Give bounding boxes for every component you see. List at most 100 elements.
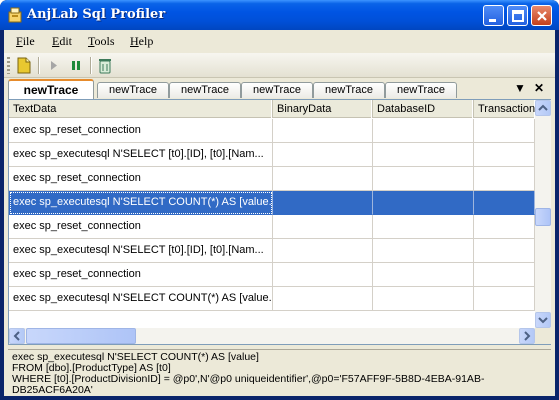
table-cell[interactable]: [273, 287, 373, 311]
table-cell[interactable]: [373, 287, 474, 311]
maximize-icon: [512, 10, 524, 22]
table-row[interactable]: exec sp_executesql N'SELECT COUNT(*) AS …: [9, 287, 535, 311]
menu-help[interactable]: Help: [130, 34, 153, 49]
client-area: File Edit Tools Help newTrace newTrace n…: [4, 30, 555, 396]
table-cell[interactable]: [474, 191, 535, 215]
table-row[interactable]: exec sp_reset_connection: [9, 215, 535, 239]
chevron-up-icon: [538, 104, 548, 111]
toolbar-grip[interactable]: [7, 57, 10, 74]
column-header-textdata[interactable]: TextData: [9, 100, 273, 118]
cell-textdata[interactable]: exec sp_reset_connection: [9, 215, 273, 239]
cell-textdata[interactable]: exec sp_executesql N'SELECT [t0].[ID], […: [9, 143, 273, 167]
table-cell[interactable]: [273, 191, 373, 215]
clear-trace-button[interactable]: [95, 56, 115, 75]
minimize-icon: [489, 19, 496, 22]
menu-file-accel: F: [16, 34, 23, 48]
table-cell[interactable]: [373, 263, 474, 287]
tab-newtrace-1[interactable]: newTrace: [8, 79, 94, 99]
grid-body: exec sp_reset_connection exec sp_executes…: [9, 119, 535, 326]
minimize-button[interactable]: [483, 5, 504, 26]
column-header-databaseid[interactable]: DatabaseID: [373, 100, 474, 118]
menu-tools-label: ools: [94, 34, 115, 48]
toolbar: [4, 53, 555, 78]
horizontal-scroll-thumb[interactable]: [26, 328, 136, 344]
start-icon: [51, 61, 57, 70]
menu-edit[interactable]: Edit: [52, 34, 72, 49]
table-cell[interactable]: [373, 239, 474, 263]
scroll-up-button[interactable]: [535, 100, 551, 116]
table-cell[interactable]: [474, 119, 535, 143]
table-cell[interactable]: [373, 119, 474, 143]
tab-newtrace-2[interactable]: newTrace: [97, 82, 169, 98]
menu-edit-label: dit: [59, 34, 73, 48]
tab-newtrace-5[interactable]: newTrace: [313, 82, 385, 98]
table-row[interactable]: exec sp_reset_connection: [9, 263, 535, 287]
table-cell[interactable]: [474, 143, 535, 167]
chevron-left-icon: [13, 331, 20, 341]
menu-tools[interactable]: Tools: [88, 34, 115, 49]
close-button[interactable]: [531, 5, 552, 26]
scroll-down-button[interactable]: [535, 312, 551, 328]
cell-textdata[interactable]: exec sp_reset_connection: [9, 167, 273, 191]
table-cell[interactable]: [373, 215, 474, 239]
table-cell[interactable]: [273, 239, 373, 263]
table-cell[interactable]: [273, 167, 373, 191]
column-header-transactionid[interactable]: TransactionID: [474, 100, 535, 118]
tab-newtrace-3[interactable]: newTrace: [169, 82, 241, 98]
chevron-down-icon: [538, 317, 548, 324]
vertical-scroll-thumb[interactable]: [535, 208, 551, 226]
table-row[interactable]: exec sp_executesql N'SELECT [t0].[ID], […: [9, 143, 535, 167]
close-icon: [537, 11, 547, 21]
menu-help-accel: H: [130, 34, 139, 48]
cell-textdata[interactable]: exec sp_executesql N'SELECT COUNT(*) AS …: [9, 287, 273, 311]
tab-newtrace-4[interactable]: newTrace: [241, 82, 313, 98]
table-cell[interactable]: [474, 167, 535, 191]
scrollbar-corner: [535, 328, 551, 344]
trace-grid: TextData BinaryData DatabaseID Transacti…: [8, 99, 551, 345]
vertical-scrollbar[interactable]: [535, 100, 551, 328]
menu-file-label: ile: [22, 34, 35, 48]
menu-file[interactable]: File: [16, 34, 35, 49]
detail-line: DB25ACF6A20A': [12, 384, 93, 396]
tab-close-icon[interactable]: ✕: [532, 81, 546, 95]
column-header-binarydata[interactable]: BinaryData: [273, 100, 373, 118]
cell-textdata[interactable]: exec sp_executesql N'SELECT [t0].[ID], […: [9, 239, 273, 263]
table-cell[interactable]: [273, 215, 373, 239]
sql-detail-pane[interactable]: exec sp_executesql N'SELECT COUNT(*) AS …: [8, 349, 551, 396]
table-cell[interactable]: [273, 119, 373, 143]
table-cell[interactable]: [474, 287, 535, 311]
title-bar[interactable]: AnjLab Sql Profiler: [0, 0, 559, 30]
maximize-button[interactable]: [507, 5, 528, 26]
table-cell[interactable]: [474, 263, 535, 287]
toolbar-separator: [38, 57, 39, 74]
table-cell[interactable]: [373, 143, 474, 167]
table-row[interactable]: exec sp_reset_connection: [9, 119, 535, 143]
cell-textdata[interactable]: exec sp_reset_connection: [9, 119, 273, 143]
new-trace-icon: [17, 57, 31, 74]
cell-textdata[interactable]: exec sp_reset_connection: [9, 263, 273, 287]
start-trace-button[interactable]: [44, 56, 64, 75]
scroll-right-button[interactable]: [519, 328, 535, 344]
grid-header: TextData BinaryData DatabaseID Transacti…: [9, 100, 535, 118]
new-trace-button[interactable]: [14, 56, 34, 75]
table-cell[interactable]: [273, 263, 373, 287]
horizontal-scrollbar[interactable]: [9, 328, 535, 344]
table-cell[interactable]: [474, 215, 535, 239]
toolbar-separator: [90, 57, 91, 74]
table-row[interactable]: exec sp_reset_connection: [9, 167, 535, 191]
cell-textdata[interactable]: exec sp_executesql N'SELECT COUNT(*) AS …: [9, 191, 273, 215]
table-cell[interactable]: [273, 143, 373, 167]
tab-list-dropdown-icon[interactable]: ▼: [513, 81, 527, 95]
tab-newtrace-6[interactable]: newTrace: [385, 82, 457, 98]
table-cell[interactable]: [373, 191, 474, 215]
table-row[interactable]: exec sp_executesql N'SELECT [t0].[ID], […: [9, 239, 535, 263]
scroll-left-button[interactable]: [9, 328, 25, 344]
app-icon: [8, 7, 22, 23]
pause-trace-button[interactable]: [66, 56, 86, 75]
menu-help-label: elp: [138, 34, 154, 48]
table-cell[interactable]: [373, 167, 474, 191]
chevron-right-icon: [524, 331, 531, 341]
table-cell[interactable]: [474, 239, 535, 263]
menu-bar: File Edit Tools Help: [4, 30, 555, 52]
table-row[interactable]: exec sp_executesql N'SELECT COUNT(*) AS …: [9, 191, 535, 215]
